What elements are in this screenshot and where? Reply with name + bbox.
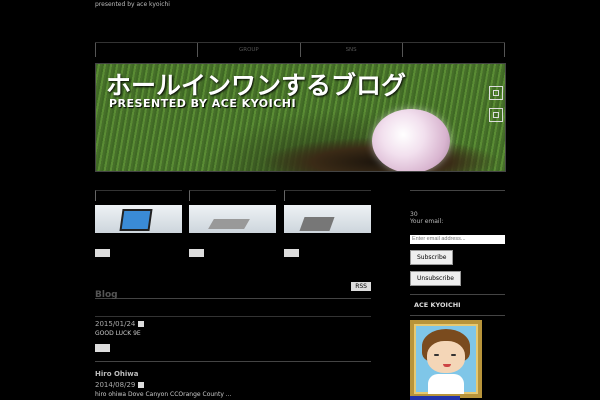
subscriber-count: 30 [410,211,418,218]
sidebar: 30 Your email: Subscribe Unsubscribe ACE… [410,190,505,398]
featured-thumbnail[interactable] [284,205,371,233]
ornament-icon [489,108,503,122]
sidebar-widget-bar[interactable] [410,396,460,400]
golf-ball-graphic [372,109,450,171]
laptop-image [299,217,335,231]
featured-item-divider [95,190,182,201]
post-date-row: 2014/08/29 [95,381,371,389]
featured-more-button[interactable] [284,249,299,257]
site-tagline: presented by ace kyoichi [95,1,170,8]
subscribe-button[interactable]: Subscribe [410,250,454,265]
featured-thumbnail[interactable] [189,205,276,233]
post-excerpt[interactable]: GOOD LUCK 9E [95,330,371,337]
ornament-icon [489,86,503,100]
nav-item-1[interactable] [95,43,197,57]
rss-button[interactable]: RSS [351,282,371,291]
post-more-button[interactable] [95,344,110,352]
email-input[interactable] [410,235,505,244]
post-date-row: 2015/01/24 [95,320,371,328]
sidebar-divider [410,190,505,191]
nav-item-group[interactable]: GROUP [197,43,299,57]
featured-item [95,190,182,257]
avatar[interactable] [410,320,482,398]
post-excerpt[interactable]: hiro ohiwa Dove Canyon CCOrange County .… [95,391,371,398]
laptop-image [208,219,250,229]
blog-section-header: Blog RSS [95,282,371,300]
featured-item-divider [189,190,276,201]
featured-more-button[interactable] [189,249,204,257]
laptop-image [121,211,151,229]
blog-heading: Blog [95,290,118,300]
avatar-eye [451,354,456,356]
profile-heading: ACE KYOICHI [410,294,505,316]
featured-more-button[interactable] [95,249,110,257]
unsubscribe-button[interactable]: Unsubscribe [410,271,461,286]
post-icon[interactable] [138,321,145,327]
post-icon[interactable] [138,382,145,388]
featured-item [189,190,276,257]
main-nav: GROUP SNS [95,42,505,57]
post-title[interactable]: Hiro Ohiwa [95,370,371,378]
post-date: 2014/08/29 [95,381,136,389]
featured-item-divider [284,190,371,201]
header-banner[interactable]: ホールインワンするブログ PRESENTED BY ACE KYOICHI [95,63,506,172]
avatar-eye [434,354,439,356]
email-label: Your email: [410,218,444,225]
avatar-body [428,374,464,394]
post-date: 2015/01/24 [95,320,136,328]
blog-post: 2015/01/24 GOOD LUCK 9E [95,316,371,352]
featured-thumbnail[interactable] [95,205,182,233]
featured-item [284,190,371,257]
nav-item-sns[interactable]: SNS [299,43,402,57]
featured-thumbnails [95,190,371,257]
banner-subtitle: PRESENTED BY ACE KYOICHI [109,97,297,110]
nav-item-4[interactable] [401,43,505,57]
avatar-face [427,341,465,373]
blog-post: Hiro Ohiwa 2014/08/29 hiro ohiwa Dove Ca… [95,361,371,398]
